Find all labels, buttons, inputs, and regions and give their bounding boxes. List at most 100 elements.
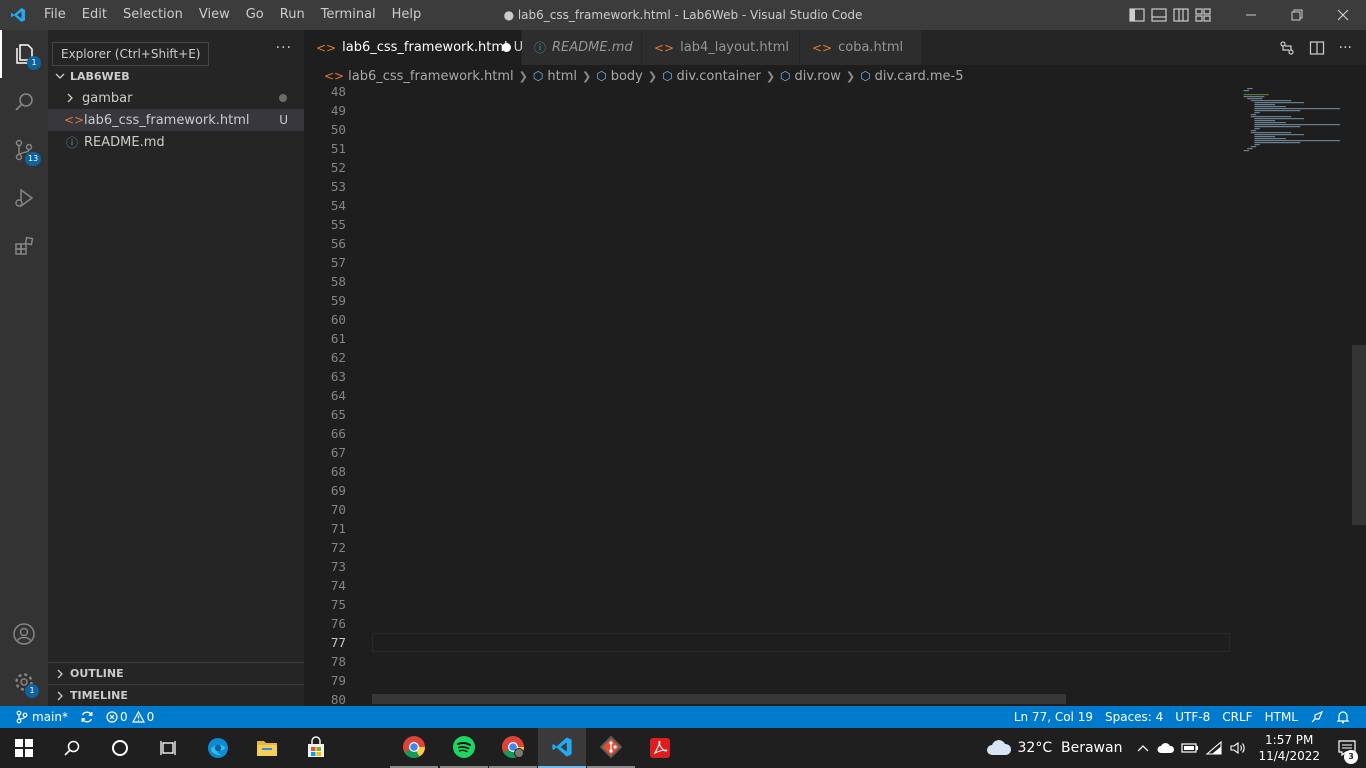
vertical-scrollbar[interactable] xyxy=(1352,345,1366,525)
onedrive-button[interactable] xyxy=(1154,728,1178,768)
file-explorer-app-button[interactable] xyxy=(243,728,291,768)
cursor-position[interactable]: Ln 77, Col 19 xyxy=(1008,706,1099,728)
timeline-section[interactable]: TIMELINE xyxy=(48,684,304,706)
branch-icon xyxy=(16,710,28,724)
more-actions-icon[interactable]: ··· xyxy=(276,40,292,56)
timeline-label: TIMELINE xyxy=(70,689,128,702)
toggle-panel-button[interactable] xyxy=(1148,0,1170,30)
git-app-button[interactable] xyxy=(587,728,635,768)
volume-button[interactable] xyxy=(1226,728,1250,768)
indentation-status[interactable]: Spaces: 4 xyxy=(1099,706,1169,728)
tab-lab6-css-framework[interactable]: <> lab6_css_framework.html U xyxy=(304,30,523,65)
explorer-activity-button[interactable]: 1 xyxy=(0,30,48,78)
menu-go[interactable]: Go xyxy=(238,0,272,30)
encoding-status[interactable]: UTF-8 xyxy=(1169,706,1216,728)
menu-terminal[interactable]: Terminal xyxy=(313,0,384,30)
outline-section[interactable]: OUTLINE xyxy=(48,662,304,684)
spotify-app-button[interactable] xyxy=(440,728,488,768)
line-number: 58 xyxy=(330,274,346,289)
minimap-line xyxy=(1254,106,1286,108)
line-number: 70 xyxy=(330,502,346,517)
menu-view[interactable]: View xyxy=(191,0,238,30)
notification-center-button[interactable]: 3 xyxy=(1328,728,1366,768)
close-window-button[interactable] xyxy=(1320,0,1366,30)
notifications-button[interactable] xyxy=(1330,706,1356,728)
breadcrumb-item-body[interactable]: ⬡ body xyxy=(596,69,643,84)
line-number: 73 xyxy=(330,559,346,574)
minimap-line xyxy=(1254,136,1276,138)
restore-button[interactable] xyxy=(1274,0,1320,30)
menu-edit[interactable]: Edit xyxy=(74,0,115,30)
tree-item-gambar[interactable]: gambar xyxy=(48,87,304,109)
language-mode[interactable]: HTML xyxy=(1259,706,1304,728)
toggle-secondary-sidebar-button[interactable] xyxy=(1170,0,1192,30)
eol-status[interactable]: CRLF xyxy=(1216,706,1258,728)
sync-button[interactable] xyxy=(74,706,100,728)
line-number: 62 xyxy=(330,350,346,365)
outline-label: OUTLINE xyxy=(70,667,124,680)
breadcrumb-item-container[interactable]: ⬡ div.container xyxy=(662,69,761,84)
task-view-button[interactable] xyxy=(144,728,192,768)
menu-selection[interactable]: Selection xyxy=(115,0,191,30)
unsaved-dot-icon[interactable] xyxy=(502,43,511,52)
chrome-icon xyxy=(403,736,425,758)
workspace-folder[interactable]: LAB6WEB xyxy=(48,65,304,87)
code-editor[interactable]: 48 49 50 51 52 53 54 55 56 57 58 59 60 61 62 63 64 65 66 67… xyxy=(304,87,1366,706)
tab-coba[interactable]: <> coba.html xyxy=(800,30,922,65)
minimize-button[interactable] xyxy=(1228,0,1274,30)
breadcrumb-item-html[interactable]: ⬡ html xyxy=(533,69,577,84)
start-button[interactable] xyxy=(0,728,48,768)
explorer-tooltip: Explorer (Ctrl+Shift+E) xyxy=(52,42,210,66)
tab-readme[interactable]: ⓘ README.md xyxy=(522,30,642,65)
minimap[interactable] xyxy=(1230,87,1352,706)
edge-app-button[interactable] xyxy=(194,728,242,768)
tree-item-lab6-css-framework[interactable]: <> lab6_css_framework.html U xyxy=(48,109,304,131)
open-changes-icon[interactable] xyxy=(1279,40,1295,56)
tree-item-readme[interactable]: ⓘ README.md xyxy=(48,131,304,153)
cortana-button[interactable] xyxy=(96,728,144,768)
run-debug-activity-button[interactable] xyxy=(0,174,48,222)
menu-file[interactable]: File xyxy=(36,0,74,30)
extensions-activity-button[interactable] xyxy=(0,222,48,270)
customize-layout-button[interactable] xyxy=(1192,0,1214,30)
chrome-profile-app-button[interactable] xyxy=(489,728,537,768)
show-hidden-icons-button[interactable] xyxy=(1132,728,1154,768)
weather-widget[interactable]: 32°C Berawan xyxy=(976,728,1133,768)
feedback-button[interactable] xyxy=(1304,706,1330,728)
search-activity-button[interactable] xyxy=(0,78,48,126)
more-actions-icon[interactable]: ··· xyxy=(1339,40,1352,56)
line-number: 66 xyxy=(330,426,346,441)
acrobat-app-button[interactable] xyxy=(636,728,684,768)
accounts-activity-button[interactable] xyxy=(0,610,48,658)
problems-status[interactable]: 0 0 xyxy=(100,706,160,728)
breadcrumb-label: html xyxy=(547,68,577,84)
branch-status[interactable]: main* xyxy=(10,706,74,728)
account-icon xyxy=(13,623,35,645)
cloud-icon xyxy=(986,740,1011,755)
source-control-activity-button[interactable]: 13 xyxy=(0,126,48,174)
menu-run[interactable]: Run xyxy=(272,0,313,30)
battery-button[interactable] xyxy=(1178,728,1202,768)
horizontal-scrollbar[interactable] xyxy=(372,694,1066,704)
breadcrumb-item-file[interactable]: <> lab6_css_framework.html xyxy=(324,69,514,84)
split-editor-icon[interactable] xyxy=(1309,40,1325,56)
clock[interactable]: 1:57 PM 11/4/2022 xyxy=(1250,732,1328,764)
menu-help[interactable]: Help xyxy=(384,0,430,30)
store-app-button[interactable] xyxy=(292,728,340,768)
error-count: 0 xyxy=(119,710,128,724)
line-number: 67 xyxy=(330,445,346,460)
manage-activity-button[interactable]: 1 xyxy=(0,658,48,706)
tab-lab4-layout[interactable]: <> lab4_layout.html xyxy=(642,30,800,65)
toggle-primary-sidebar-button[interactable] xyxy=(1126,0,1148,30)
vscode-app-button[interactable] xyxy=(538,728,586,768)
minimap-line xyxy=(1247,88,1253,90)
breadcrumb-item-card[interactable]: ⬡ div.card.me-5 xyxy=(860,69,963,84)
run-debug-icon xyxy=(15,188,34,208)
folder-icon xyxy=(257,741,277,756)
breadcrumb-item-row[interactable]: ⬡ div.row xyxy=(780,69,841,84)
taskbar-search-button[interactable] xyxy=(48,728,96,768)
network-button[interactable] xyxy=(1202,728,1226,768)
line-number: 74 xyxy=(330,578,346,593)
line-number: 78 xyxy=(330,654,346,669)
chrome-app-button[interactable] xyxy=(390,728,438,768)
